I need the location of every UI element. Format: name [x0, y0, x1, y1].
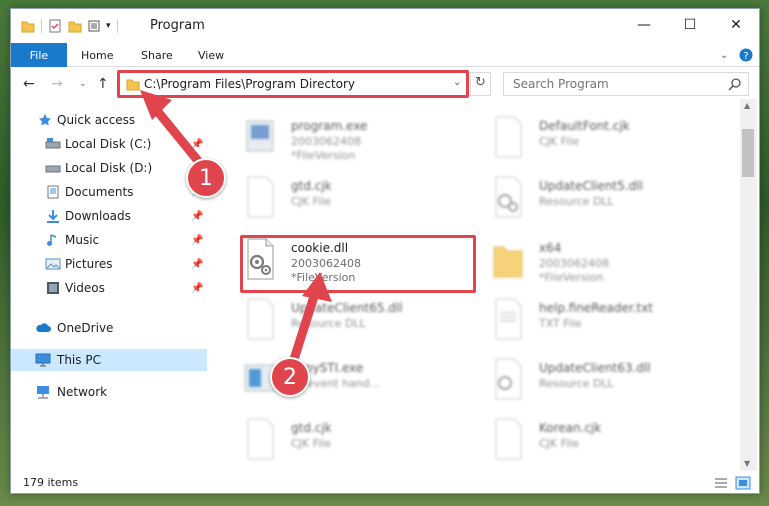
dll-file-icon: [495, 176, 522, 218]
close-button[interactable]: ✕: [713, 9, 759, 41]
navigation-pane: Quick access Local Disk (C:) 📌 Local Dis…: [11, 99, 207, 471]
cloud-icon: [36, 323, 51, 332]
list-item[interactable]: DefaultFont.cjk CJK File: [491, 115, 731, 173]
sidebar-item-videos[interactable]: Videos 📌: [11, 277, 207, 299]
refresh-icon[interactable]: ↻: [475, 75, 486, 90]
search-input[interactable]: [504, 73, 719, 95]
step-1-badge: 1: [186, 158, 226, 198]
sidebar-item-onedrive[interactable]: OneDrive: [11, 317, 207, 339]
scroll-up-icon[interactable]: ▲: [744, 101, 750, 110]
quick-access-toolbar: ▾: [21, 18, 124, 34]
text-file-icon: [495, 298, 522, 340]
sidebar-item-documents[interactable]: Documents 📌: [11, 181, 207, 203]
list-item[interactable]: UpdateClient65.dll Resource DLL: [243, 297, 483, 355]
divider: [116, 19, 118, 33]
status-bar: 179 items: [11, 471, 759, 493]
pin-icon[interactable]: 📌: [191, 283, 203, 294]
tab-home[interactable]: Home: [81, 43, 113, 67]
search-box[interactable]: [503, 72, 749, 96]
scroll-thumb[interactable]: [742, 129, 754, 177]
up-arrow-icon[interactable]: ↑: [97, 76, 109, 92]
pin-icon[interactable]: 📌: [191, 259, 203, 270]
drive-icon: [45, 165, 61, 173]
videos-icon: [47, 282, 59, 294]
file-icon: [495, 116, 522, 158]
file-highlight: [240, 235, 476, 293]
list-item[interactable]: gtd.cjk CJK File: [243, 417, 483, 471]
vertical-scrollbar[interactable]: ▲ ▼: [740, 99, 757, 471]
svg-text:?: ?: [743, 51, 748, 62]
dll-file-icon: [247, 298, 274, 340]
step-2-badge: 2: [270, 357, 310, 397]
exe-file-icon: [246, 120, 274, 152]
list-item[interactable]: x64 2003062408 *FileVersion: [491, 237, 731, 295]
pin-icon[interactable]: 📌: [191, 139, 203, 150]
file-icon: [247, 176, 274, 218]
sidebar-item-this-pc[interactable]: This PC: [11, 349, 207, 371]
pin-icon[interactable]: 📌: [191, 211, 203, 222]
forward-arrow-icon[interactable]: →: [51, 76, 63, 92]
chevron-down-icon[interactable]: ▾: [106, 21, 111, 31]
sidebar-item-pictures[interactable]: Pictures 📌: [11, 253, 207, 275]
recent-locations-icon[interactable]: ⌄: [79, 79, 87, 89]
tab-file[interactable]: File: [11, 43, 67, 67]
back-arrow-icon[interactable]: ←: [23, 76, 35, 92]
address-highlight: [117, 70, 469, 98]
list-item[interactable]: Korean.cjk CJK File: [491, 417, 731, 471]
network-icon: [37, 386, 49, 399]
music-icon: [47, 234, 57, 246]
file-icon: [247, 418, 274, 460]
ribbon-tabs: File Home Share View ⌄ ?: [11, 43, 759, 67]
list-item[interactable]: gtd.cjk CJK File: [243, 175, 483, 233]
divider: [470, 73, 471, 95]
tab-view[interactable]: View: [198, 43, 224, 67]
new-folder-icon[interactable]: [68, 19, 82, 33]
window-title: Program: [150, 18, 205, 33]
sidebar-item-network[interactable]: Network: [11, 381, 207, 403]
pin-icon[interactable]: 📌: [191, 235, 203, 246]
star-icon: [39, 114, 51, 126]
divider: [41, 19, 42, 33]
maximize-button[interactable]: ☐: [667, 9, 713, 41]
minimize-button[interactable]: —: [621, 9, 667, 41]
file-icon: [495, 418, 522, 460]
explorer-window: ▾ Program — ☐ ✕ File Home Share View ⌄ ?…: [10, 8, 760, 494]
sidebar-item-local-disk-c[interactable]: Local Disk (C:) 📌: [11, 133, 207, 155]
large-icons-view-icon[interactable]: [735, 476, 751, 490]
download-icon: [47, 210, 59, 223]
list-item[interactable]: UpdateClient5.dll Resource DLL: [491, 175, 731, 233]
folder-icon: [493, 246, 523, 278]
document-icon: [47, 185, 59, 199]
scroll-down-icon[interactable]: ▼: [744, 459, 750, 468]
title-bar: ▾ Program — ☐ ✕: [11, 9, 759, 43]
drive-icon: [45, 138, 61, 149]
sidebar-item-downloads[interactable]: Downloads 📌: [11, 205, 207, 227]
properties-icon[interactable]: [48, 19, 62, 33]
item-count: 179 items: [23, 476, 79, 489]
list-item[interactable]: program.exe 2003062408 *FileVersion: [243, 115, 483, 173]
search-icon[interactable]: [728, 78, 741, 91]
computer-icon: [35, 353, 51, 367]
folder-icon[interactable]: [21, 19, 35, 33]
list-item[interactable]: help.fineReader.txt TXT File: [491, 297, 731, 355]
details-view-icon[interactable]: [713, 476, 729, 490]
help-icon[interactable]: ?: [739, 43, 753, 67]
sidebar-item-quick-access[interactable]: Quick access: [11, 109, 207, 131]
sidebar-item-local-disk-d[interactable]: Local Disk (D:) 📌: [11, 157, 207, 179]
address-row: ← → ⌄ ↑ C:\Program Files\Program Directo…: [11, 69, 759, 99]
sidebar-item-music[interactable]: Music 📌: [11, 229, 207, 251]
list-item[interactable]: UpdateClient63.dll Resource DLL: [491, 357, 731, 415]
tab-share[interactable]: Share: [141, 43, 173, 67]
dll-file-icon: [495, 358, 522, 400]
expand-ribbon-icon[interactable]: ⌄: [720, 43, 728, 67]
customize-toolbar-icon[interactable]: [88, 19, 104, 33]
pictures-icon: [45, 258, 61, 270]
